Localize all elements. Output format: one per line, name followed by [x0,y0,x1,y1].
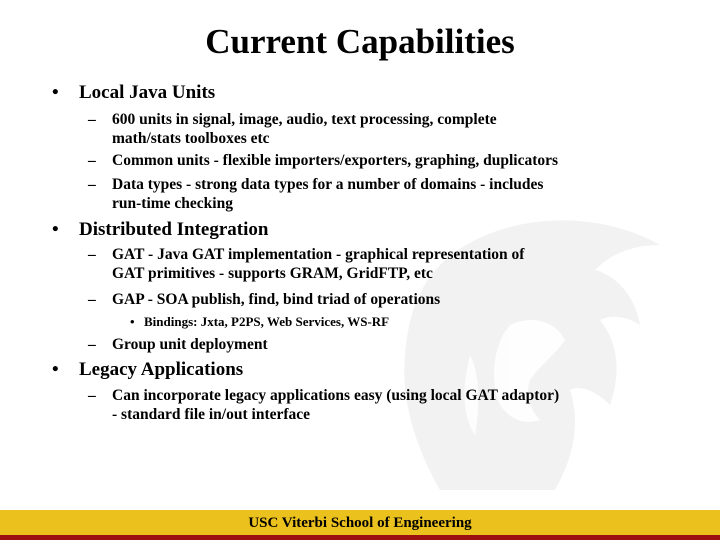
list-item-text: Data types - strong data types for a num… [112,176,544,193]
list-item-text: Common units - flexible importers/export… [112,152,559,169]
list-item-text: - standard file in/out interface [112,406,311,423]
footer-strip [0,535,720,540]
slide-title: Current Capabilities [205,22,515,61]
sub-list-item-text: Bindings: Jxta, P2PS, Web Services, WS-R… [144,314,390,329]
dash-icon: – [88,291,96,308]
dash-icon: – [88,336,96,353]
bullet-icon: • [52,82,59,103]
list-item-text: GAP - SOA publish, find, bind triad of o… [112,291,441,308]
dash-icon: – [88,111,96,128]
list-item-text: GAT primitives - supports GRAM, GridFTP,… [112,265,433,282]
dash-icon: – [88,152,96,169]
dash-icon: – [88,246,96,263]
sub-bullet-icon: • [130,314,135,329]
section-heading-text: Local Java Units [79,82,216,103]
bullet-icon: • [52,219,59,240]
bullet-icon: • [52,359,59,380]
list-item-text: Group unit deployment [112,336,268,353]
slide: Current Capabilities • Local Java Units … [0,0,720,540]
list-item-text: Can incorporate legacy applications easy… [112,387,560,404]
section-heading-text: Legacy Applications [79,359,244,380]
list-item-text: math/stats toolboxes etc [112,130,270,147]
section-heading-text: Distributed Integration [79,219,269,240]
footer-text: USC Viterbi School of Engineering [248,515,472,531]
list-item-text: GAT - Java GAT implementation - graphica… [112,246,525,263]
dash-icon: – [88,176,96,193]
dash-icon: – [88,387,96,404]
list-item-text: 600 units in signal, image, audio, text … [112,111,497,128]
list-item-text: run-time checking [112,195,233,212]
